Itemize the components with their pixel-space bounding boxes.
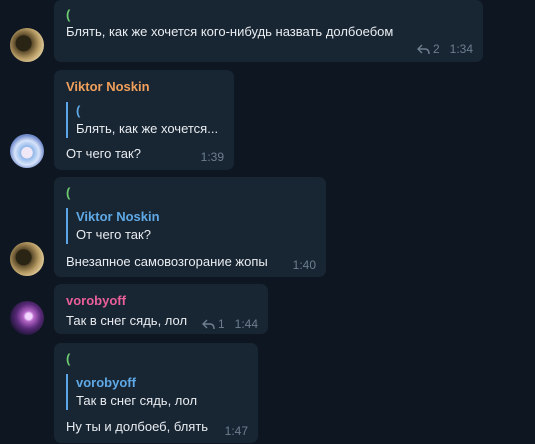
message-text: Так в снег сядь, лол: [66, 313, 188, 328]
replies-count: 1: [217, 317, 225, 331]
message-text: Блять, как же хочется кого-нибудь назват…: [66, 24, 394, 39]
message-time: 1:44: [234, 317, 258, 331]
message-time: 1:34: [449, 42, 473, 56]
message-meta: 2 1:34: [416, 42, 473, 56]
replies-count: 2: [432, 42, 440, 56]
reply-name: (: [76, 103, 81, 118]
replies-indicator[interactable]: 2: [416, 42, 440, 56]
reply-name: vorobyoff: [76, 375, 136, 390]
message-text: От чего так?: [66, 146, 141, 161]
sender-name[interactable]: vorobyoff: [66, 293, 126, 308]
message-text: Внезапное самовозгорание жопы: [66, 254, 268, 269]
avatar[interactable]: [10, 301, 44, 335]
message-bubble[interactable]: ( Блять, как же хочется кого-нибудь назв…: [54, 0, 483, 62]
replies-indicator[interactable]: 1: [201, 317, 225, 331]
sender-name[interactable]: Viktor Noskin: [66, 79, 150, 94]
avatar[interactable]: [10, 134, 44, 168]
reply-preview[interactable]: vorobyoff Так в снег сядь, лол: [66, 374, 216, 410]
message-time: 1:40: [292, 258, 316, 272]
message-bubble[interactable]: Viktor Noskin ( Блять, как же хочется...…: [54, 70, 234, 170]
reply-text: Блять, как же хочется...: [76, 121, 219, 136]
reply-name[interactable]: (: [66, 7, 70, 22]
reply-name: Viktor Noskin: [76, 209, 160, 224]
reply-preview[interactable]: ( Блять, как же хочется...: [66, 102, 224, 138]
reply-arrow-icon: [416, 44, 430, 54]
avatar[interactable]: [10, 28, 44, 62]
message-bubble[interactable]: ( Viktor Noskin От чего так? Внезапное с…: [54, 177, 326, 277]
message-meta: 1:39: [201, 150, 224, 164]
message-time: 1:47: [224, 424, 248, 438]
reply-text: Так в снег сядь, лол: [76, 393, 198, 408]
message-meta: 1 1:44: [201, 317, 258, 331]
avatar[interactable]: [10, 242, 44, 276]
reply-top-marker[interactable]: (: [66, 185, 70, 200]
reply-text: От чего так?: [76, 227, 151, 242]
message-time: 1:39: [200, 150, 224, 164]
message-text: Ну ты и долбоеб, блять: [66, 419, 209, 434]
reply-preview[interactable]: Viktor Noskin От чего так?: [66, 208, 226, 244]
message-meta: 1:47: [225, 424, 248, 438]
reply-top-marker[interactable]: (: [66, 351, 70, 366]
message-bubble[interactable]: ( vorobyoff Так в снег сядь, лол Ну ты и…: [54, 343, 258, 443]
reply-arrow-icon: [201, 319, 215, 329]
message-meta: 1:40: [293, 258, 316, 272]
message-bubble[interactable]: vorobyoff Так в снег сядь, лол 1 1:44: [54, 284, 268, 334]
